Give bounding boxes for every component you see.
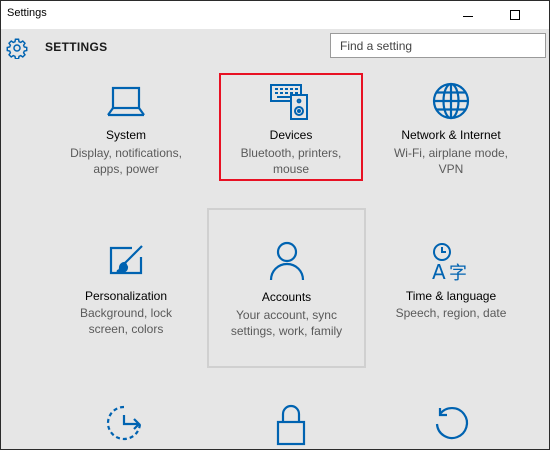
paintbrush-icon bbox=[109, 245, 143, 275]
tile-accounts-label: Accounts bbox=[261, 290, 312, 304]
tile-accounts[interactable]: Accounts Your account, sync settings, wo… bbox=[207, 208, 366, 368]
tile-personalization-desc-line2: screen, colors bbox=[88, 322, 164, 336]
page-title: SETTINGS bbox=[45, 40, 108, 54]
maximize-button[interactable] bbox=[505, 6, 525, 24]
tile-personalization-desc-line1: Background, lock bbox=[79, 306, 173, 320]
title-bar[interactable]: Settings bbox=[1, 1, 549, 29]
settings-header: SETTINGS bbox=[1, 29, 549, 67]
tile-personalization-label: Personalization bbox=[84, 289, 168, 303]
time-language-icon: A 字 bbox=[432, 243, 467, 283]
tile-network-desc-line1: Wi-Fi, airplane mode, bbox=[393, 146, 509, 160]
search-input[interactable] bbox=[331, 34, 520, 57]
tile-devices-desc-line1: Bluetooth, printers, bbox=[240, 146, 342, 160]
maximize-icon bbox=[510, 10, 520, 20]
tile-accounts-desc-line1: Your account, sync bbox=[236, 308, 337, 322]
tile-privacy[interactable] bbox=[219, 396, 363, 449]
tile-devices[interactable]: Devices Bluetooth, printers, mouse bbox=[219, 73, 363, 181]
tile-devices-desc-line2: mouse bbox=[272, 162, 310, 176]
person-icon bbox=[269, 241, 304, 281]
update-security-icon bbox=[435, 406, 469, 440]
tile-network-desc-line2: VPN bbox=[438, 162, 464, 176]
tile-network[interactable]: Network & Internet Wi-Fi, airplane mode,… bbox=[376, 73, 526, 183]
tile-update-security[interactable] bbox=[376, 396, 526, 449]
window-title: Settings bbox=[7, 7, 47, 19]
tile-system[interactable]: System Display, notifications, apps, pow… bbox=[56, 73, 196, 183]
tile-time-language-desc-line1: Speech, region, date bbox=[395, 306, 507, 320]
tile-devices-label: Devices bbox=[269, 128, 313, 142]
gear-icon bbox=[6, 38, 28, 59]
settings-window: Settings SETTINGS System Display, notifi… bbox=[0, 0, 550, 450]
devices-icon bbox=[270, 84, 308, 120]
tile-system-desc-line2: apps, power bbox=[93, 162, 159, 176]
tile-system-label: System bbox=[105, 128, 146, 142]
globe-icon bbox=[432, 82, 470, 120]
svg-text:A: A bbox=[432, 260, 446, 283]
search-box[interactable] bbox=[330, 33, 546, 58]
tile-personalization[interactable]: Personalization Background, lock screen,… bbox=[56, 235, 196, 345]
tile-system-desc-line1: Display, notifications, bbox=[70, 146, 182, 160]
lock-icon bbox=[276, 404, 306, 446]
tile-network-label: Network & Internet bbox=[401, 128, 501, 142]
tile-ease-of-access[interactable] bbox=[56, 396, 196, 449]
minimize-icon bbox=[463, 15, 473, 17]
tile-accounts-desc-line2: settings, work, family bbox=[230, 324, 343, 338]
svg-text:字: 字 bbox=[449, 263, 467, 283]
ease-of-access-icon bbox=[106, 405, 142, 441]
minimize-button[interactable] bbox=[458, 6, 478, 24]
laptop-icon bbox=[107, 86, 145, 117]
tile-time-language[interactable]: A 字 Time & language Speech, region, date bbox=[376, 235, 526, 335]
tile-time-language-label: Time & language bbox=[405, 289, 497, 303]
